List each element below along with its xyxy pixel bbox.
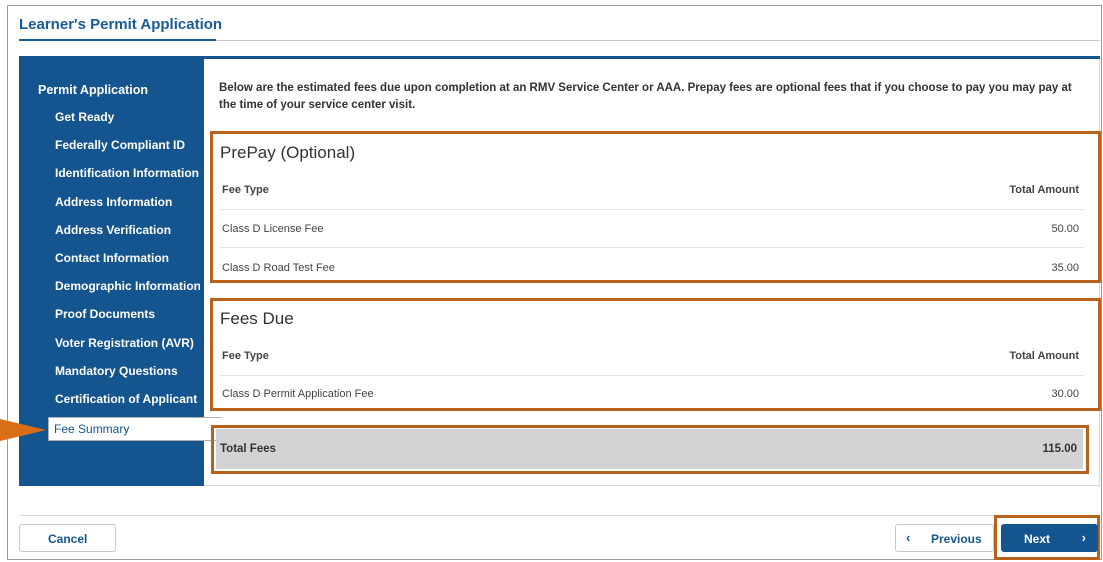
sidebar-item-demographic-information[interactable]: Demographic Information — [55, 279, 200, 293]
sidebar-item-federally-compliant-id[interactable]: Federally Compliant ID — [55, 138, 200, 152]
row-divider — [220, 247, 1084, 248]
sidebar-item-mandatory-questions[interactable]: Mandatory Questions — [55, 364, 200, 378]
sidebar-item-fee-summary[interactable]: Fee Summary — [48, 417, 222, 441]
chevron-right-icon: › — [1081, 530, 1086, 545]
page-title: Learner's Permit Application — [19, 16, 223, 33]
fees-due-row-amount: 30.00 — [1051, 388, 1079, 400]
title-rule — [216, 40, 1100, 41]
prepay-row-fee-type: Class D License Fee — [222, 223, 324, 235]
cancel-button-label: Cancel — [48, 532, 88, 546]
previous-button-label: Previous — [931, 532, 982, 546]
sidebar-item-identification-information[interactable]: Identification Information — [55, 166, 200, 180]
sidebar-item-contact-information[interactable]: Contact Information — [55, 251, 200, 265]
cancel-button[interactable]: Cancel — [19, 524, 116, 552]
prepay-row-amount: 50.00 — [1051, 223, 1079, 235]
sidebar-item-certification-of-applicant[interactable]: Certification of Applicant — [55, 392, 200, 406]
total-fees-amount: 115.00 — [1042, 443, 1077, 455]
fees-due-section-title: Fees Due — [220, 309, 294, 328]
sidebar-item-voter-registration[interactable]: Voter Registration (AVR) — [55, 336, 200, 350]
sidebar-item-proof-documents[interactable]: Proof Documents — [55, 307, 200, 321]
next-button[interactable]: Next › — [1001, 524, 1098, 552]
sidebar-item-address-information[interactable]: Address Information — [55, 195, 200, 209]
footer-divider — [19, 515, 1100, 516]
fees-due-col-fee-type: Fee Type — [222, 350, 269, 362]
prepay-col-total-amount: Total Amount — [1009, 184, 1079, 196]
title-underline — [19, 39, 216, 41]
prepay-row-amount: 35.00 — [1051, 262, 1079, 274]
prepay-row-fee-type: Class D Road Test Fee — [222, 262, 335, 274]
fees-intro-text: Below are the estimated fees due upon co… — [219, 82, 1072, 111]
fees-due-row-fee-type: Class D Permit Application Fee — [222, 388, 374, 400]
sidebar-item-get-ready[interactable]: Get Ready — [55, 110, 200, 124]
sidebar-heading[interactable]: Permit Application — [38, 83, 148, 97]
total-fees-label: Total Fees — [220, 443, 277, 455]
chevron-left-icon: ‹ — [906, 530, 911, 545]
pointer-arrow-icon — [0, 419, 46, 441]
next-button-label: Next — [1024, 532, 1051, 546]
row-divider — [220, 209, 1084, 210]
total-fees-bar: Total Fees 115.00 — [216, 429, 1083, 469]
sidebar-item-address-verification[interactable]: Address Verification — [55, 223, 200, 237]
fees-due-col-total-amount: Total Amount — [1009, 350, 1079, 362]
prepay-col-fee-type: Fee Type — [222, 184, 269, 196]
row-divider — [220, 375, 1084, 376]
sidebar-item-label: Fee Summary — [54, 422, 130, 436]
prepay-section-title: PrePay (Optional) — [220, 143, 356, 162]
previous-button[interactable]: ‹ Previous — [895, 524, 994, 552]
